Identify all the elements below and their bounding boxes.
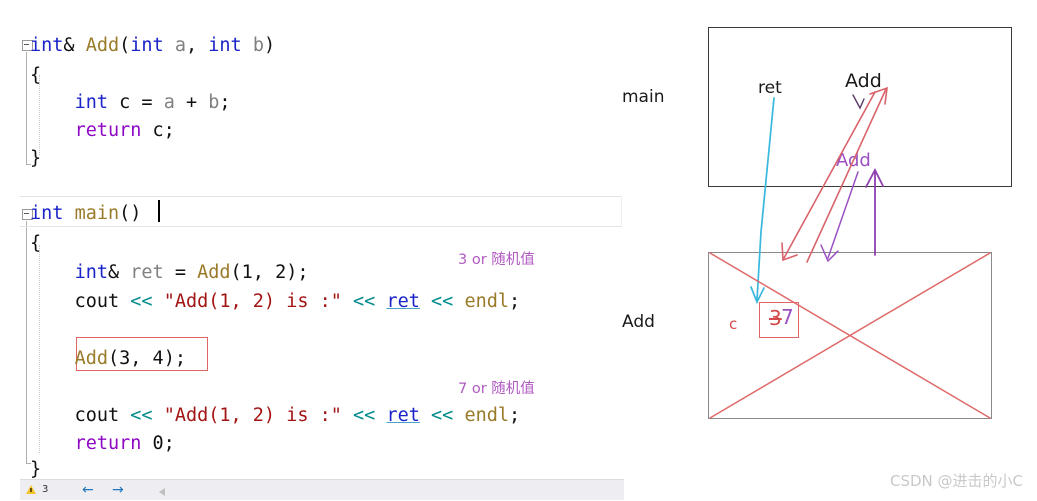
token-endl: endl (464, 291, 510, 312)
token-brace-open: { (30, 65, 42, 86)
token-type-int: int (30, 203, 64, 224)
token-shift-operator: << (431, 405, 454, 426)
token-cout: cout (74, 405, 120, 426)
token-endl: endl (464, 405, 510, 426)
token-assign: = (163, 262, 198, 283)
code-line-6[interactable]: int main() (30, 199, 141, 229)
token-close-paren: ) (130, 203, 142, 224)
editor-status-bar[interactable]: 3 ← → (20, 479, 624, 500)
token-open-paren: ( (107, 348, 120, 369)
token-type-int: int (74, 262, 108, 283)
token-close-paren: ) (286, 262, 298, 283)
token-string-literal: "Add(1, 2) is :" (163, 291, 342, 312)
token-semicolon: ; (297, 262, 309, 283)
code-line-3[interactable]: int c = a + b; (30, 88, 231, 118)
collapse-panel-icon[interactable] (159, 488, 165, 496)
annotation-value-7: 7 or 随机值 (458, 381, 535, 397)
token-fn-add: Add (74, 348, 108, 369)
token-brace-close: } (30, 459, 42, 480)
code-editor-pane[interactable]: int& Add(int a, int b) { int c = a + b; … (0, 0, 624, 501)
token-type-int: int (208, 35, 242, 56)
warning-count: 3 (42, 484, 49, 495)
token-fn-add: Add (85, 35, 120, 56)
token-shift-operator: << (130, 291, 153, 312)
token-var-ret: ret (130, 262, 164, 283)
token-brace-close: } (30, 148, 42, 169)
token-string-literal: "Add(1, 2) is :" (163, 405, 342, 426)
diagram-annotation-overlay (709, 86, 991, 419)
code-line-4[interactable]: return c; (30, 116, 175, 146)
token-type-int: int (30, 35, 64, 56)
token-var-c: c (152, 120, 164, 141)
token-open-paren: ( (230, 262, 242, 283)
token-cout: cout (74, 291, 120, 312)
token-close-paren: ) (163, 348, 175, 369)
arrow-add-call-1 (781, 91, 876, 262)
token-open-paren: ( (119, 35, 131, 56)
diagram-pane: main Add ret Add Add c 3 7 CSDN @进击的小C (622, 0, 1037, 501)
code-line-11[interactable]: cout << "Add(1, 2) is :" << ret << endl; (30, 401, 521, 431)
token-plus: + (174, 92, 209, 113)
token-ampersand: & (63, 35, 75, 56)
token-shift-operator: << (353, 405, 376, 426)
navigate-forward-icon[interactable]: → (112, 483, 124, 497)
token-fn-add: Add (197, 262, 231, 283)
token-semicolon: ; (174, 348, 186, 369)
code-line-8[interactable]: int& ret = Add(1, 2); (30, 258, 309, 288)
fold-bar-add-function (26, 52, 27, 164)
token-open-paren: ( (119, 203, 131, 224)
code-line-9[interactable]: cout << "Add(1, 2) is :" << ret << endl; (30, 287, 521, 317)
token-var-ret: ret (386, 405, 420, 426)
token-close-paren: ) (263, 35, 276, 56)
token-ampersand: & (107, 262, 120, 283)
token-zero: 0 (152, 433, 164, 454)
token-param-b: b (252, 35, 264, 56)
token-semicolon: ; (163, 120, 175, 141)
fold-bar-main-function (26, 221, 27, 463)
token-param-a: a (174, 35, 186, 56)
cross-out-add-frame (709, 252, 991, 419)
token-kw-return: return (74, 120, 142, 141)
arrow-return-value-purple (865, 168, 884, 256)
token-args-1-2: 1, 2 (241, 262, 287, 283)
token-shift-operator: << (130, 405, 153, 426)
annotation-value-3: 3 or 随机值 (458, 252, 535, 268)
token-comma: , (185, 35, 209, 56)
token-param-a: a (163, 92, 175, 113)
token-var-c: c (119, 92, 131, 113)
token-type-int: int (74, 92, 108, 113)
token-brace-open: { (30, 233, 42, 254)
token-semicolon: ; (163, 433, 175, 454)
token-semicolon: ; (219, 92, 231, 113)
token-semicolon: ; (509, 405, 521, 426)
arrow-ret-to-c (750, 97, 775, 305)
warning-icon (26, 485, 36, 494)
token-kw-return: return (74, 433, 142, 454)
token-shift-operator: << (353, 291, 376, 312)
watermark: CSDN @进击的小C (889, 472, 1023, 490)
navigate-back-icon[interactable]: ← (82, 483, 94, 497)
token-semicolon: ; (509, 291, 521, 312)
token-type-int: int (130, 35, 164, 56)
code-line-1[interactable]: int& Add(int a, int b) (30, 31, 275, 61)
token-fn-main: main (74, 203, 120, 224)
token-shift-operator: << (431, 291, 454, 312)
code-line-7[interactable]: { (30, 229, 41, 259)
token-assign: = (130, 92, 164, 113)
code-line-12[interactable]: return 0; (30, 429, 175, 459)
token-var-ret: ret (386, 291, 420, 312)
token-args-3-4: 3, 4 (119, 348, 164, 369)
code-line-5[interactable]: } (30, 144, 41, 174)
code-line-2[interactable]: { (30, 61, 41, 91)
code-area[interactable]: int& Add(int a, int b) { int c = a + b; … (0, 0, 624, 480)
token-param-b: b (208, 92, 220, 113)
text-caret (158, 200, 160, 222)
code-line-10[interactable]: Add(3, 4); (30, 344, 186, 374)
arrow-hook-black (852, 94, 865, 110)
arrow-add-reference-purple (820, 171, 859, 263)
